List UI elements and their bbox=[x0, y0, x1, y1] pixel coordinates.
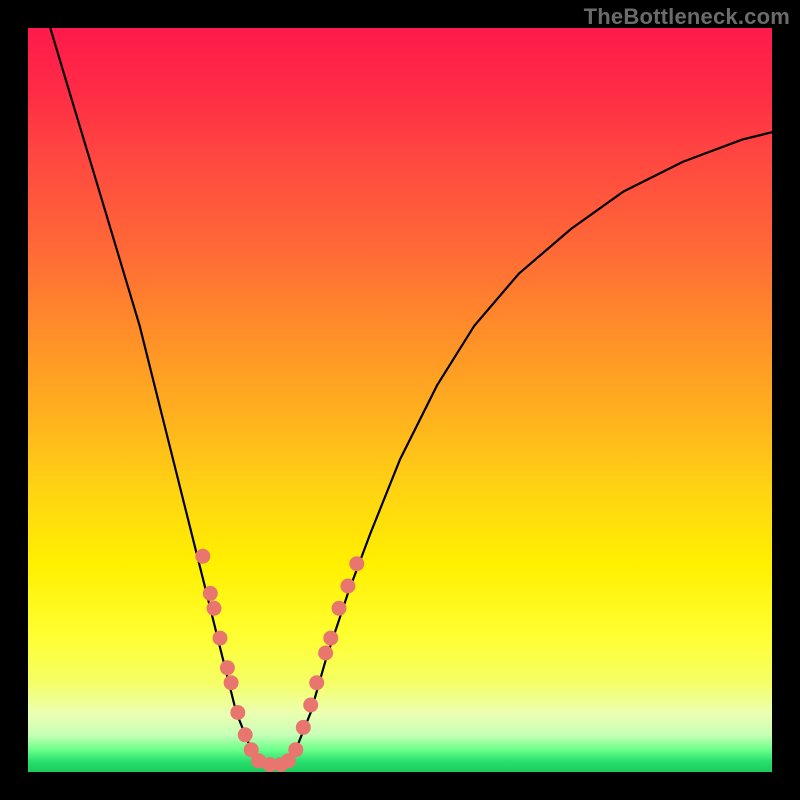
scatter-dot bbox=[230, 705, 245, 720]
scatter-dot bbox=[238, 727, 253, 742]
plot-area bbox=[28, 28, 772, 772]
scatter-dot bbox=[318, 646, 333, 661]
scatter-dot bbox=[349, 556, 364, 571]
scatter-dot bbox=[340, 579, 355, 594]
scatter-dot bbox=[296, 720, 311, 735]
scatter-dot bbox=[220, 660, 235, 675]
scatter-dot bbox=[207, 601, 222, 616]
scatter-points-group bbox=[195, 549, 364, 772]
scatter-dot bbox=[323, 631, 338, 646]
scatter-dot bbox=[332, 601, 347, 616]
scatter-dot bbox=[303, 698, 318, 713]
scatter-dot bbox=[203, 586, 218, 601]
scatter-dot bbox=[195, 549, 210, 564]
watermark-label: TheBottleneck.com bbox=[584, 4, 790, 30]
scatter-dot bbox=[213, 631, 228, 646]
chart-svg bbox=[28, 28, 772, 772]
scatter-dot bbox=[224, 675, 239, 690]
scatter-dot bbox=[309, 675, 324, 690]
bottleneck-curve bbox=[50, 28, 772, 765]
scatter-dot bbox=[288, 742, 303, 757]
chart-frame: TheBottleneck.com bbox=[0, 0, 800, 800]
